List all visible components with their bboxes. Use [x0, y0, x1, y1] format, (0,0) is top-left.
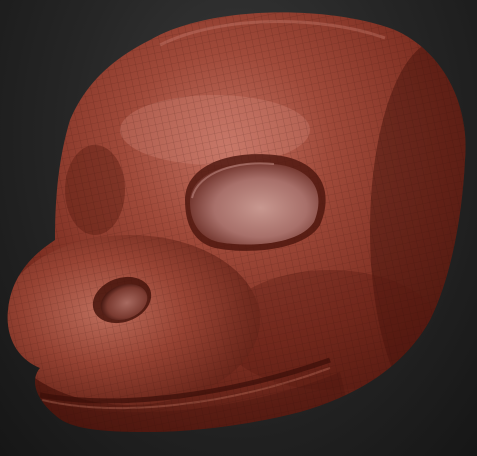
eye-socket	[185, 154, 326, 251]
sculpted-head-model[interactable]	[0, 0, 477, 456]
sculpt-viewport[interactable]	[0, 0, 477, 456]
